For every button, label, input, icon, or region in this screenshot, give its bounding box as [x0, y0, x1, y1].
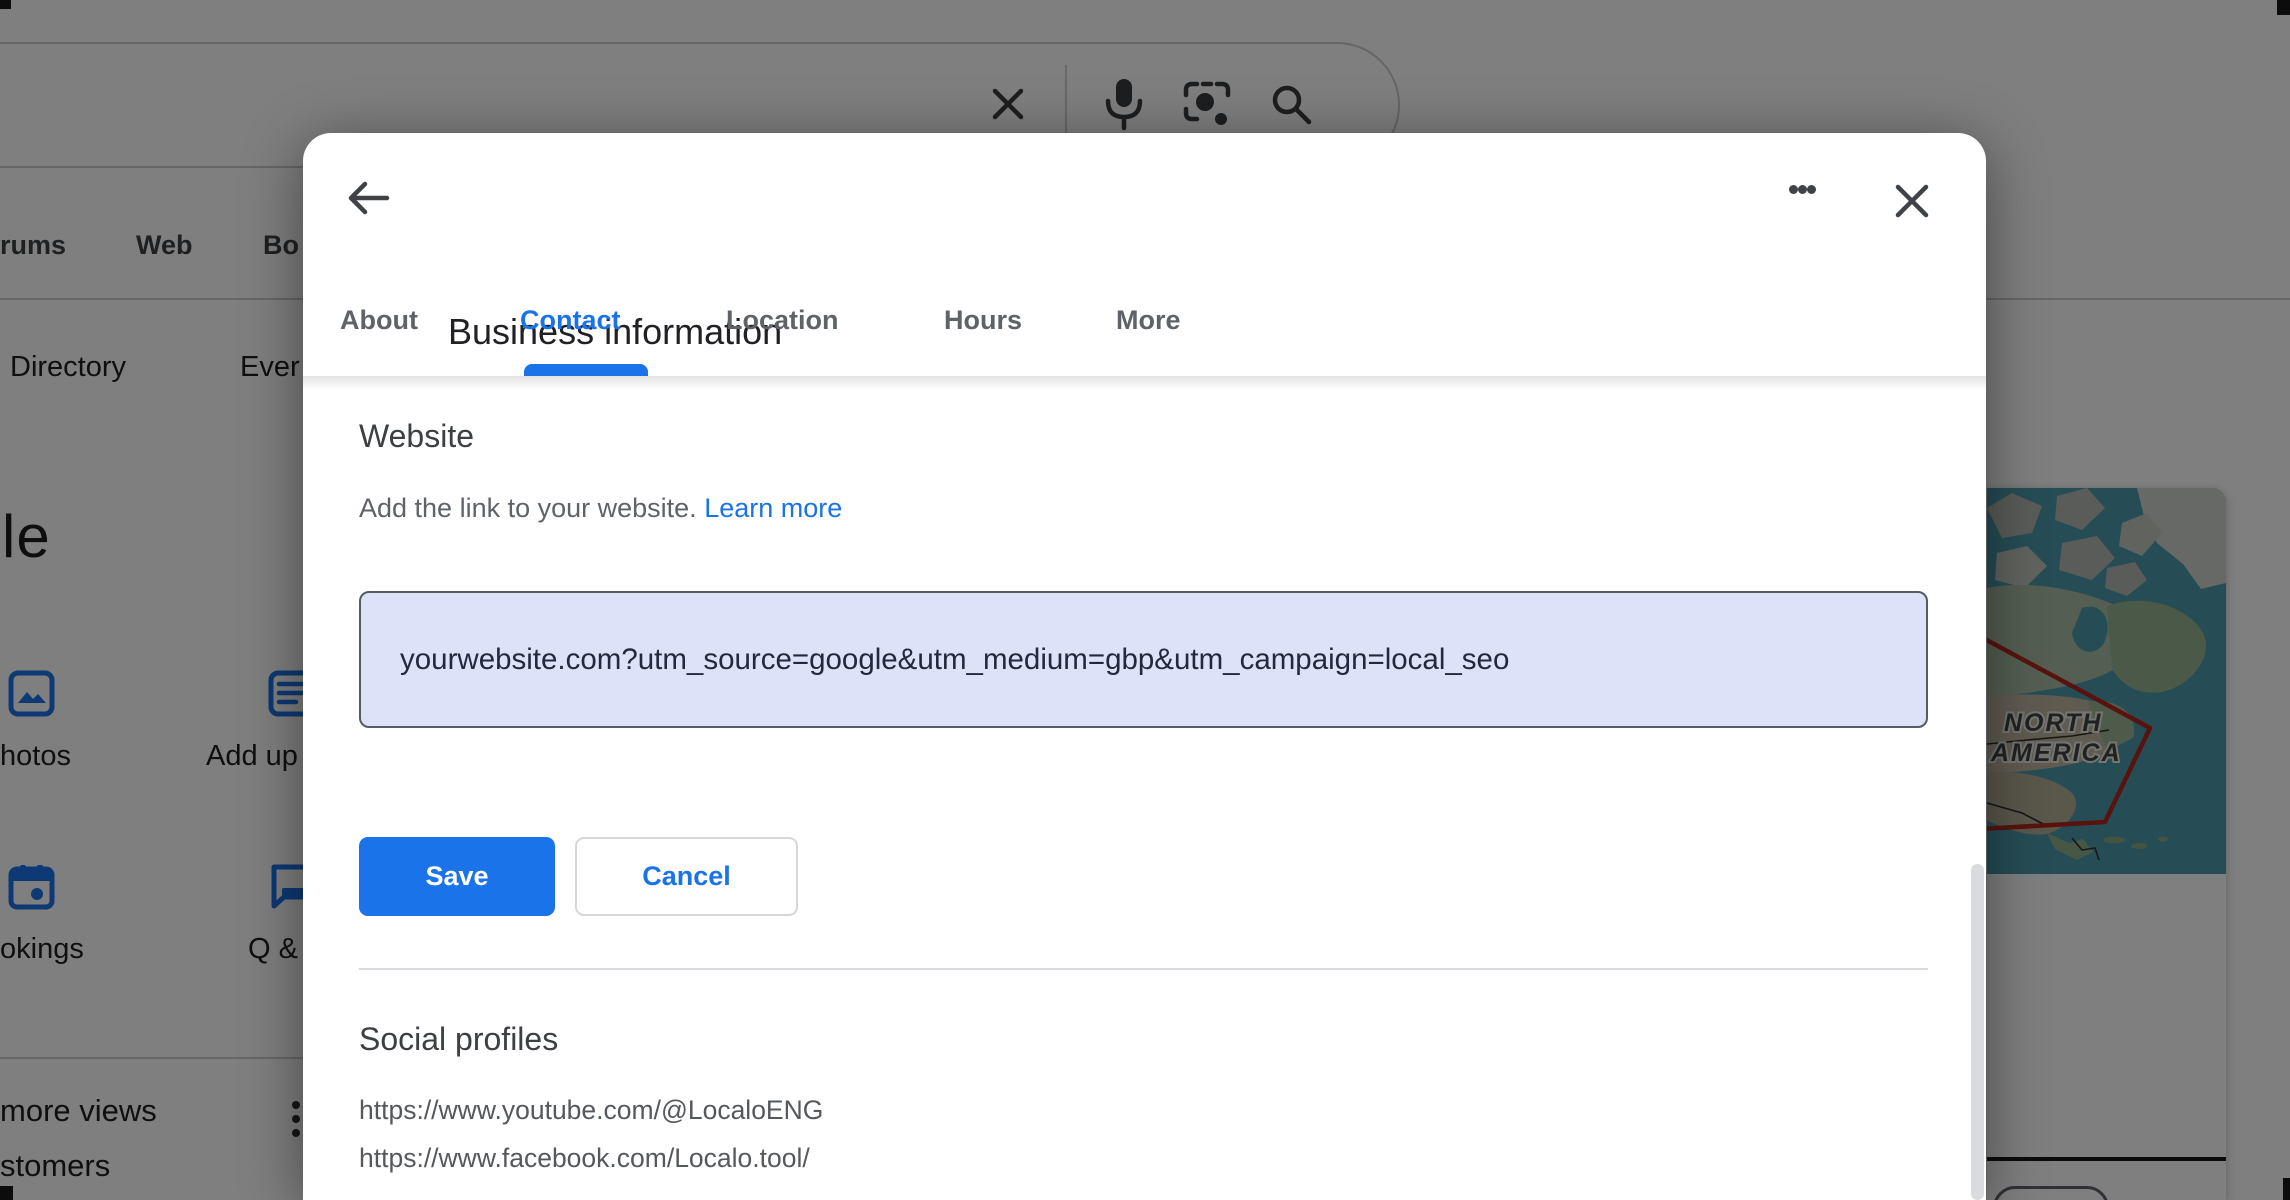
tabs-content-edge — [303, 376, 1986, 390]
website-heading: Website — [359, 418, 474, 455]
tab-about[interactable]: About — [340, 305, 418, 336]
business-information-dialog: Business information About Contact Locat… — [303, 133, 1986, 1200]
cancel-button[interactable]: Cancel — [575, 837, 798, 916]
corner-artifact-bottom-right — [2283, 1178, 2290, 1200]
dialog-scrollbar[interactable] — [1971, 864, 1984, 1200]
tab-more[interactable]: More — [1116, 305, 1181, 336]
corner-artifact-top-left — [0, 0, 11, 9]
social-profiles-heading: Social profiles — [359, 1021, 558, 1058]
back-button[interactable] — [343, 173, 393, 223]
learn-more-link[interactable]: Learn more — [704, 493, 842, 523]
overflow-menu-icon[interactable] — [1789, 178, 1816, 201]
website-description: Add the link to your website. Learn more — [359, 493, 842, 524]
tab-location[interactable]: Location — [726, 305, 839, 336]
tab-contact[interactable]: Contact — [520, 305, 621, 336]
tab-hours[interactable]: Hours — [944, 305, 1022, 336]
screen: rums Web Bo Directory Ever le hotos Add … — [0, 0, 2290, 1200]
website-description-text: Add the link to your website. — [359, 493, 697, 523]
website-url-input[interactable] — [359, 591, 1928, 728]
close-icon[interactable] — [1886, 175, 1938, 227]
corner-artifact-top-right — [2277, 0, 2290, 15]
save-button[interactable]: Save — [359, 837, 555, 916]
youtube-link[interactable]: https://www.youtube.com/@LocaloENG — [359, 1095, 823, 1126]
active-tab-underline — [524, 364, 648, 376]
section-divider — [359, 968, 1928, 970]
facebook-link[interactable]: https://www.facebook.com/Localo.tool/ — [359, 1143, 810, 1174]
corner-artifact-bottom-left — [0, 1186, 13, 1200]
